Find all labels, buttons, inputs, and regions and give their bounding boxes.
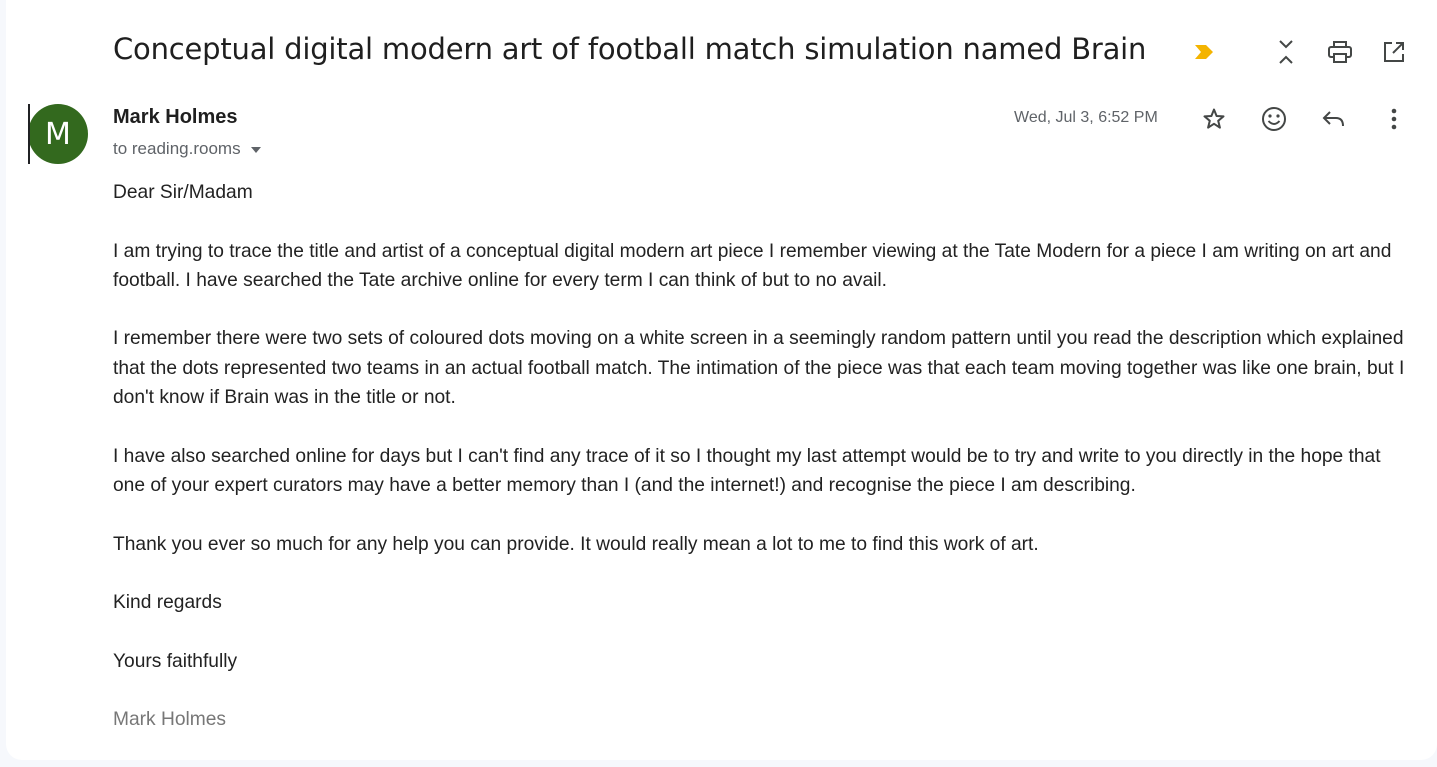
star-icon[interactable] [1199, 104, 1229, 134]
avatar-initial: M [45, 116, 71, 152]
greeting: Dear Sir/Madam [113, 182, 253, 203]
chevron-down-icon[interactable] [250, 147, 261, 153]
signature: Mark Holmes [113, 709, 227, 731]
avatar-divider [28, 104, 30, 164]
email-body: Dear Sir/Madam I am trying to trace the … [113, 178, 1413, 735]
body-paragraph: I am trying to trace the title and artis… [113, 240, 1392, 291]
recipient-details[interactable]: to reading.rooms [113, 139, 261, 159]
more-vert-icon[interactable] [1379, 104, 1409, 134]
closing: Kind regards [113, 592, 222, 614]
print-icon[interactable] [1326, 38, 1354, 66]
email-view: Conceptual digital modern art of footbal… [6, 0, 1437, 760]
collapse-icon[interactable] [1272, 38, 1300, 66]
open-in-new-window-icon[interactable] [1380, 38, 1408, 66]
emoji-reaction-icon[interactable] [1259, 104, 1289, 134]
email-date: Wed, Jul 3, 6:52 PM [1014, 109, 1158, 126]
email-subject: Conceptual digital modern art of footbal… [113, 32, 1147, 66]
sender-name[interactable]: Mark Holmes [113, 106, 238, 129]
body-paragraph: I have also searched online for days but… [113, 445, 1381, 496]
reply-icon[interactable] [1319, 104, 1349, 134]
body-paragraph: Thank you ever so much for any help you … [113, 533, 1039, 555]
body-paragraph: I remember there were two sets of colour… [113, 328, 1405, 409]
sender-avatar[interactable]: M [28, 104, 88, 164]
recipient-label: to reading.rooms [113, 139, 241, 158]
importance-marker-icon[interactable] [1194, 44, 1214, 60]
closing: Yours faithfully [113, 650, 238, 672]
